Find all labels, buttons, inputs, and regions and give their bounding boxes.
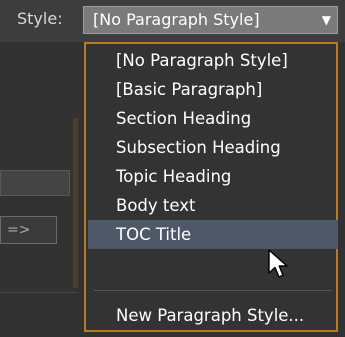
menu-item-new-paragraph-style[interactable]: New Paragraph Style... — [88, 301, 338, 330]
menu-item-no-paragraph-style[interactable]: [No Paragraph Style] — [88, 46, 338, 75]
menu-separator — [94, 290, 332, 291]
background-arrow-button-label: => — [7, 222, 31, 238]
menu-item-topic-heading[interactable]: Topic Heading — [88, 162, 338, 191]
menu-item-basic-paragraph[interactable]: [Basic Paragraph] — [88, 75, 338, 104]
menu-item-subsection-heading[interactable]: Subsection Heading — [88, 133, 338, 162]
background-image-edge — [73, 118, 78, 288]
paragraph-style-value: [No Paragraph Style] — [93, 10, 260, 29]
paragraph-style-select[interactable]: [No Paragraph Style] ▼ — [83, 6, 338, 34]
menu-item-body-text[interactable]: Body text — [88, 191, 338, 220]
background-arrow-button[interactable]: => — [0, 216, 57, 244]
background-input-field[interactable] — [0, 170, 70, 196]
style-label: Style: — [17, 9, 63, 28]
menu-item-toc-title[interactable]: TOC Title — [88, 220, 338, 249]
paragraph-style-dropdown-menu: [No Paragraph Style] [Basic Paragraph] S… — [84, 42, 338, 332]
arrow-cursor-icon — [268, 249, 288, 278]
dropdown-arrow-icon: ▼ — [321, 13, 331, 27]
background-divider — [0, 292, 78, 293]
menu-item-section-heading[interactable]: Section Heading — [88, 104, 338, 133]
